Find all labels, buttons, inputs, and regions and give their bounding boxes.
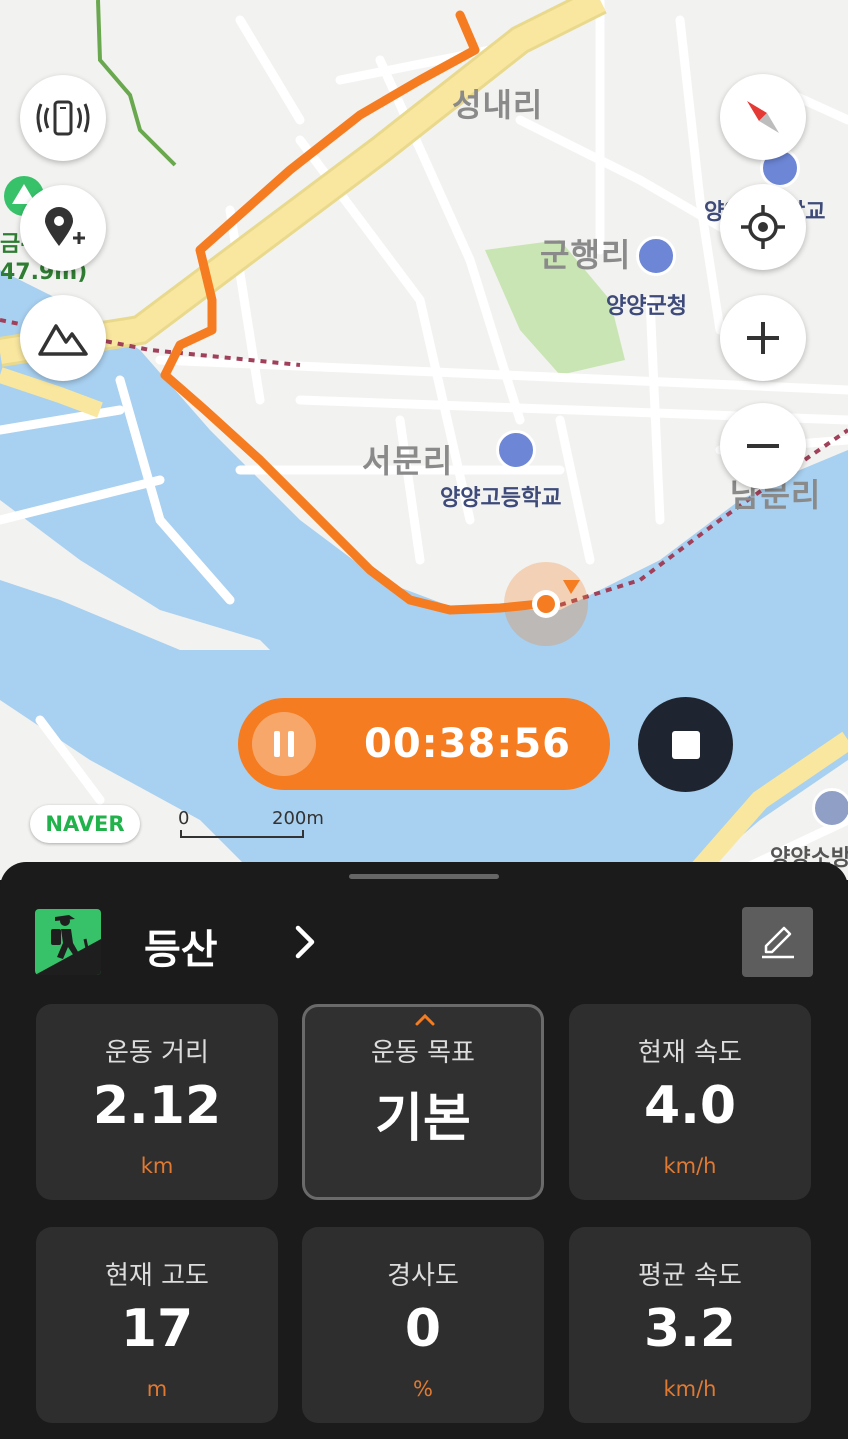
zoom-in-button[interactable] xyxy=(720,295,806,381)
stat-unit: m xyxy=(146,1377,168,1401)
compass-icon xyxy=(747,101,779,133)
vibration-icon xyxy=(36,100,90,136)
stat-value: 3.2 xyxy=(643,1299,737,1359)
mountain-icon xyxy=(38,324,88,356)
add-location-icon xyxy=(45,207,85,246)
edit-button[interactable] xyxy=(742,907,813,977)
zoom-out-icon xyxy=(747,444,779,448)
stop-button[interactable] xyxy=(638,697,733,792)
stat-unit: km xyxy=(140,1154,174,1178)
stat-unit: % xyxy=(413,1377,433,1401)
fire-station-icon[interactable] xyxy=(812,788,848,828)
stat-value: 기본 xyxy=(375,1089,471,1149)
government-icon[interactable] xyxy=(636,236,676,276)
zoom-out-button[interactable] xyxy=(720,403,806,489)
stat-label: 현재 고도 xyxy=(105,1261,209,1291)
map-view[interactable]: 성내리 군행리 서문리 남문리 양양군청 양양고등학교 양양초등학교 양양소방서… xyxy=(0,0,848,880)
stat-card-slope[interactable]: 경사도 0 % xyxy=(302,1227,544,1423)
add-location-button[interactable] xyxy=(20,185,106,271)
recording-timer-pill: 00:38:56 xyxy=(238,698,610,790)
terrain-button[interactable] xyxy=(20,295,106,381)
place-label-seongnae: 성내리 xyxy=(452,86,544,124)
scale-end-label: 200m xyxy=(272,808,324,829)
stat-unit: km/h xyxy=(663,1154,717,1178)
stop-icon xyxy=(671,730,700,759)
pause-icon xyxy=(274,731,294,757)
stat-card-goal[interactable]: 운동 목표 기본 xyxy=(302,1004,544,1200)
stat-label: 경사도 xyxy=(387,1261,459,1291)
naver-logo[interactable]: NAVER xyxy=(30,805,140,843)
sheet-drag-handle[interactable] xyxy=(349,874,499,879)
my-location-button[interactable] xyxy=(720,184,806,270)
hiking-icon xyxy=(35,909,101,975)
school-icon[interactable] xyxy=(496,430,536,470)
pause-button[interactable] xyxy=(252,712,316,776)
stat-label: 평균 속도 xyxy=(638,1261,742,1291)
map-scale-bar: 0 200m xyxy=(178,808,324,838)
stat-value: 0 xyxy=(404,1299,442,1359)
poi-label-county-office[interactable]: 양양군청 xyxy=(606,288,687,320)
vibration-button[interactable] xyxy=(20,75,106,161)
chevron-right-icon[interactable] xyxy=(292,922,320,962)
stat-value: 4.0 xyxy=(643,1076,737,1136)
stat-card-current-speed[interactable]: 현재 속도 4.0 km/h xyxy=(569,1004,811,1200)
stat-value: 2.12 xyxy=(92,1076,222,1136)
poi-label-high-school[interactable]: 양양고등학교 xyxy=(440,480,561,512)
place-label-seomun: 서문리 xyxy=(362,442,454,480)
pencil-icon xyxy=(761,926,794,959)
stat-label: 운동 거리 xyxy=(105,1038,209,1068)
chevron-up-icon xyxy=(415,1013,435,1026)
stat-card-average-speed[interactable]: 평균 속도 3.2 km/h xyxy=(569,1227,811,1423)
compass-button[interactable] xyxy=(720,74,806,160)
stat-card-altitude[interactable]: 현재 고도 17 m xyxy=(36,1227,278,1423)
stat-unit: km/h xyxy=(663,1377,717,1401)
zoom-in-icon xyxy=(747,322,779,354)
my-location-icon xyxy=(741,205,785,249)
activity-bottom-sheet: 등산 운동 거리 2.12 km 운동 목표 기본 현재 속도 4.0 km/h… xyxy=(0,862,848,1439)
elapsed-time: 00:38:56 xyxy=(364,721,571,767)
scale-start-label: 0 xyxy=(178,808,190,829)
stat-label: 현재 속도 xyxy=(638,1038,742,1068)
stat-card-distance[interactable]: 운동 거리 2.12 km xyxy=(36,1004,278,1200)
place-label-gunhaeng: 군행리 xyxy=(540,236,632,274)
stat-label: 운동 목표 xyxy=(371,1038,475,1068)
stat-value: 17 xyxy=(120,1299,194,1359)
activity-type-label[interactable]: 등산 xyxy=(144,917,218,975)
